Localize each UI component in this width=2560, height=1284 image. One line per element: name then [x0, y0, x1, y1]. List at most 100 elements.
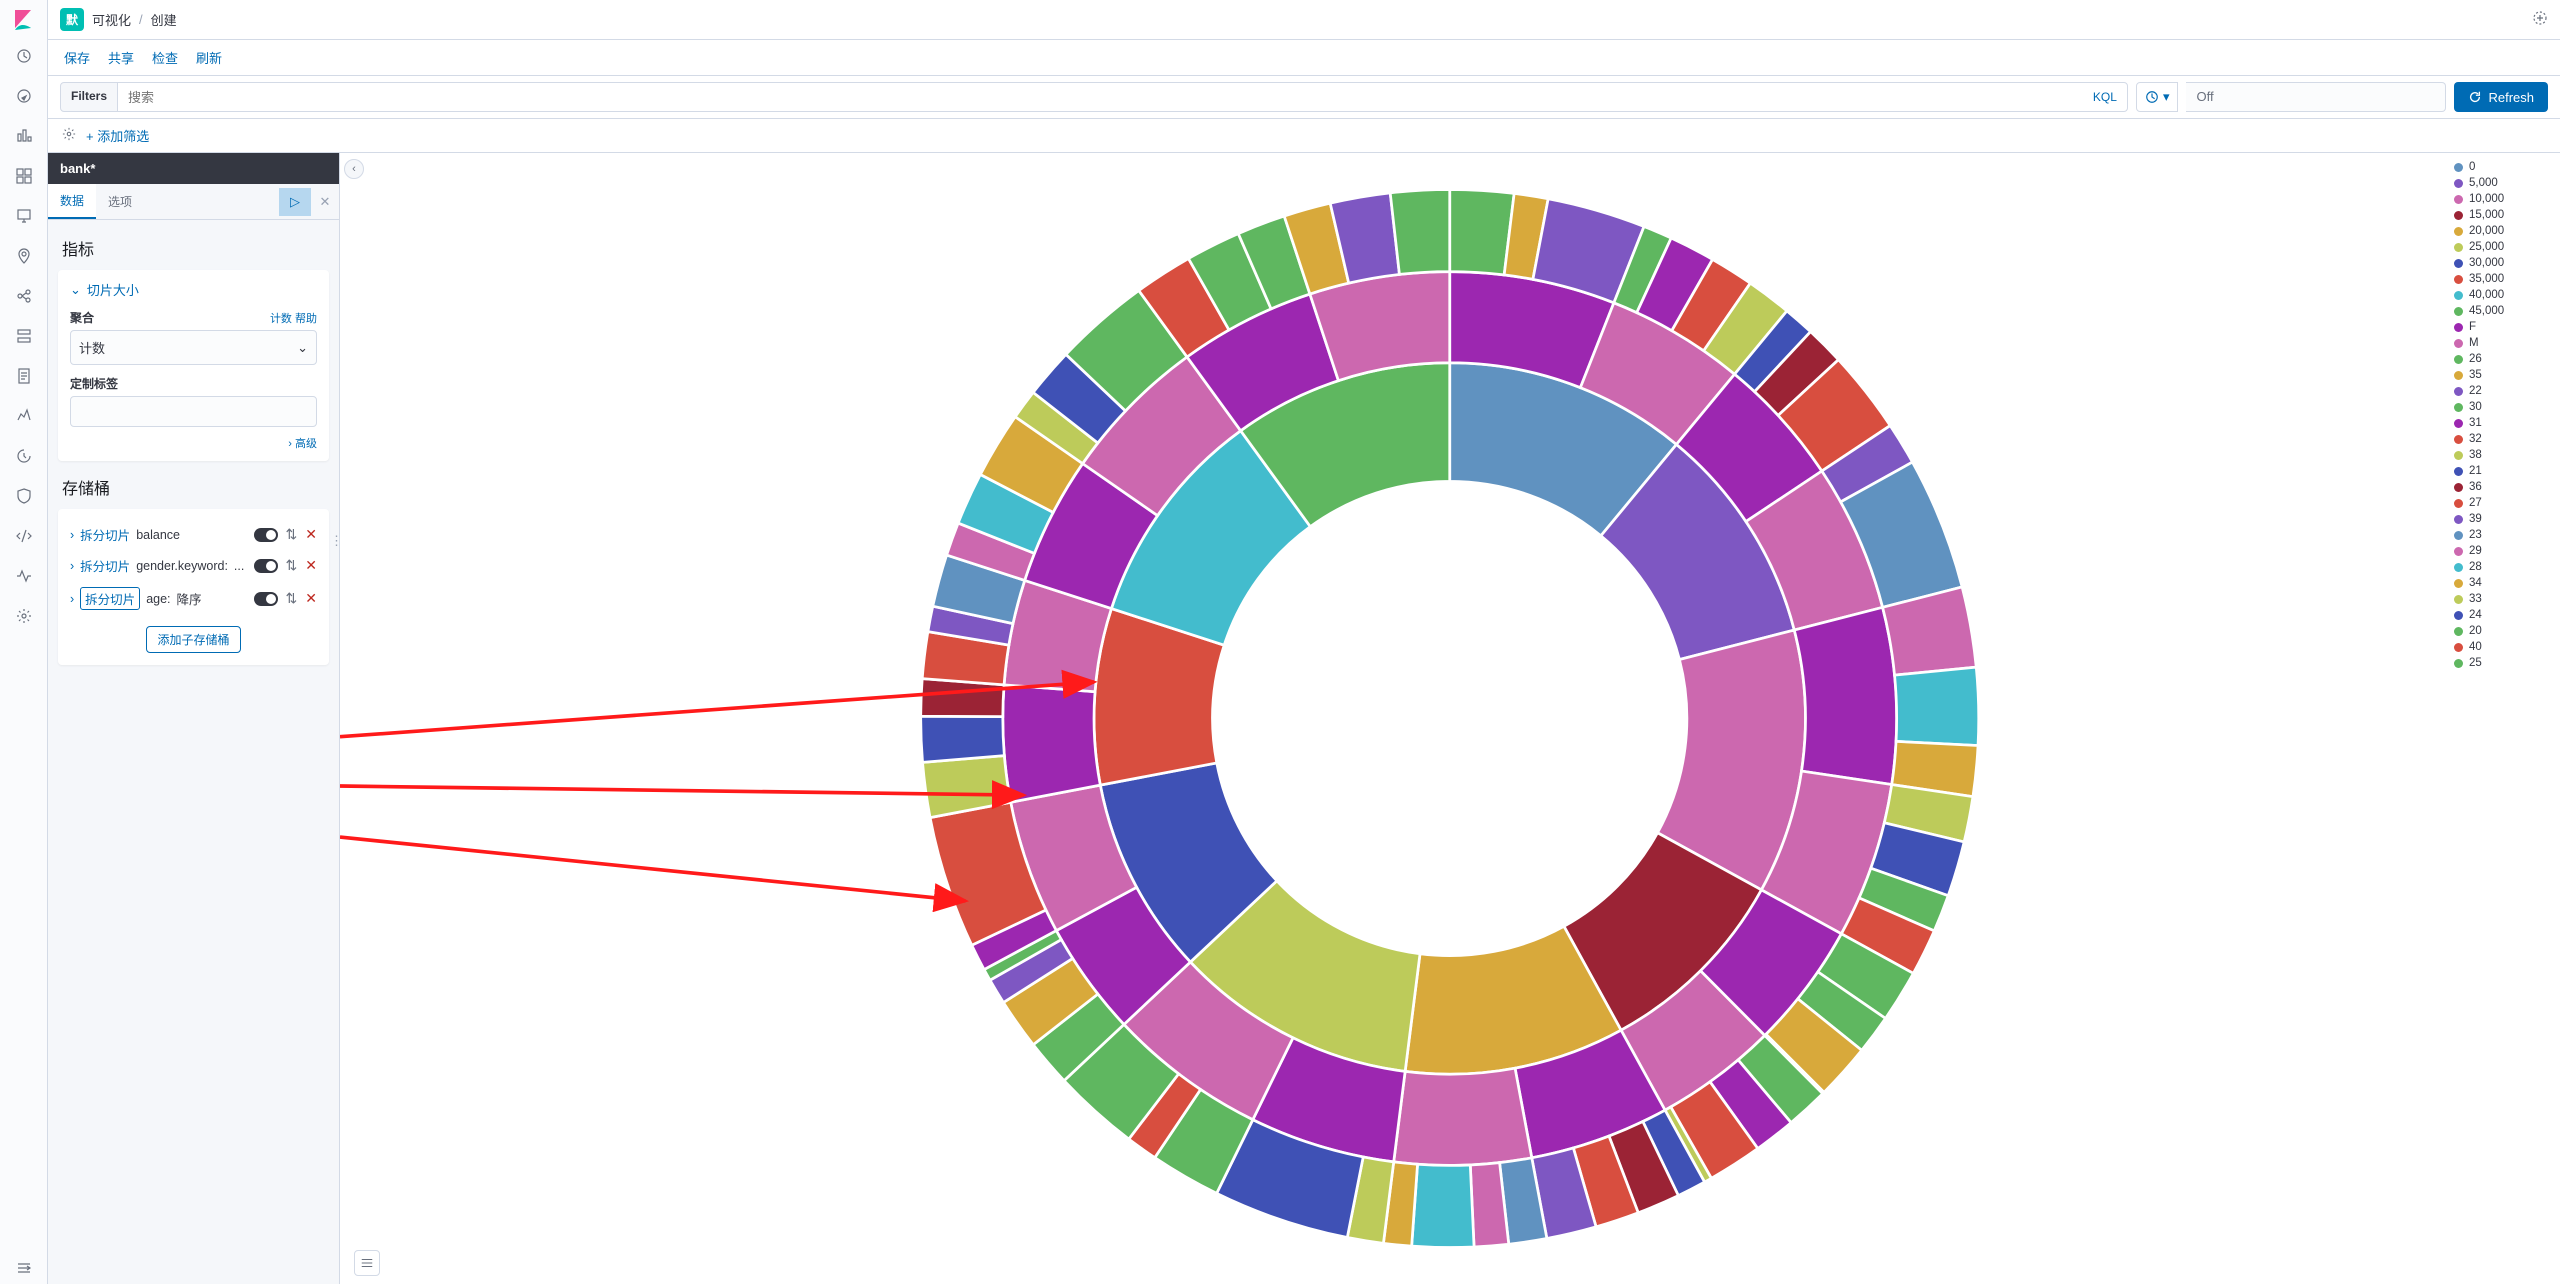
bucket-remove-icon[interactable]: ✕	[305, 590, 317, 607]
chevron-right-icon[interactable]: ›	[70, 592, 74, 606]
legend-item[interactable]: 32	[2454, 433, 2556, 445]
nav-apm-icon[interactable]	[8, 400, 40, 432]
query-bar: Filters KQL ▾ Off Refresh	[48, 76, 2560, 119]
action-refresh[interactable]: 刷新	[196, 48, 222, 67]
nav-discover-icon[interactable]	[8, 80, 40, 112]
bucket-more-icon[interactable]: ⋮	[330, 533, 339, 549]
tab-data[interactable]: 数据	[48, 184, 96, 219]
add-sub-bucket-button[interactable]: 添加子存储桶	[146, 626, 240, 653]
nav-logs-icon[interactable]	[8, 360, 40, 392]
legend-color-swatch	[2454, 483, 2463, 492]
bucket-sort: ...	[234, 559, 244, 573]
chevron-right-icon[interactable]: ›	[70, 528, 74, 542]
legend-item[interactable]: 31	[2454, 417, 2556, 429]
sunburst-chart[interactable]	[340, 153, 2450, 1284]
bucket-type[interactable]: 拆分切片	[80, 525, 130, 544]
bucket-enable-toggle[interactable]	[254, 559, 278, 573]
legend-item[interactable]: 40	[2454, 641, 2556, 653]
kql-toggle[interactable]: KQL	[2083, 90, 2127, 104]
legend-item[interactable]: M	[2454, 337, 2556, 349]
legend-item[interactable]: 30,000	[2454, 257, 2556, 269]
legend-item[interactable]: 24	[2454, 609, 2556, 621]
nav-siem-icon[interactable]	[8, 480, 40, 512]
advanced-toggle[interactable]: › 高级	[288, 435, 317, 451]
bucket-enable-toggle[interactable]	[254, 528, 278, 542]
legend-item[interactable]: 34	[2454, 577, 2556, 589]
legend-item[interactable]: 27	[2454, 497, 2556, 509]
legend-item[interactable]: 22	[2454, 385, 2556, 397]
chevron-right-icon[interactable]: ›	[70, 559, 74, 573]
timepicker-range[interactable]: Off	[2186, 82, 2446, 112]
nav-management-icon[interactable]	[8, 600, 40, 632]
legend-item[interactable]: 36	[2454, 481, 2556, 493]
tab-options[interactable]: 选项	[96, 185, 144, 218]
legend-item[interactable]: 35,000	[2454, 273, 2556, 285]
timepicker-button[interactable]: ▾	[2136, 82, 2179, 112]
legend-item[interactable]: 28	[2454, 561, 2556, 573]
drag-handle-icon[interactable]: ⇅	[286, 526, 298, 543]
kibana-logo[interactable]	[12, 8, 36, 32]
bucket-remove-icon[interactable]: ✕	[305, 557, 317, 574]
legend-color-swatch	[2454, 163, 2463, 172]
drag-handle-icon[interactable]: ⇅	[286, 557, 298, 574]
legend-item[interactable]: 40,000	[2454, 289, 2556, 301]
action-share[interactable]: 共享	[108, 48, 134, 67]
legend-item[interactable]: 25,000	[2454, 241, 2556, 253]
discard-changes-button[interactable]: ✕	[311, 194, 339, 210]
bucket-type[interactable]: 拆分切片	[80, 556, 130, 575]
legend-item[interactable]: 45,000	[2454, 305, 2556, 317]
legend-item[interactable]: F	[2454, 321, 2556, 333]
nav-devtools-icon[interactable]	[8, 520, 40, 552]
viz-table-toggle[interactable]	[354, 1250, 380, 1276]
nav-recent-icon[interactable]	[8, 40, 40, 72]
nav-visualize-icon[interactable]	[8, 120, 40, 152]
aggregation-help-link[interactable]: 计数 帮助	[270, 310, 317, 326]
legend-item[interactable]: 38	[2454, 449, 2556, 461]
legend: 0 5,000 10,000 15,000 20,000 25,000 30,000 35,0…	[2450, 153, 2560, 1284]
legend-item[interactable]: 10,000	[2454, 193, 2556, 205]
legend-item[interactable]: 23	[2454, 529, 2556, 541]
bucket-remove-icon[interactable]: ✕	[305, 526, 317, 543]
legend-item[interactable]: 25	[2454, 657, 2556, 669]
fullscreen-icon[interactable]	[2532, 10, 2548, 29]
add-filter-link[interactable]: + 添加筛选	[86, 126, 149, 145]
nav-collapse-icon[interactable]	[8, 1252, 40, 1284]
nav-ml-icon[interactable]	[8, 280, 40, 312]
legend-item[interactable]: 26	[2454, 353, 2556, 365]
nav-maps-icon[interactable]	[8, 240, 40, 272]
filter-settings-icon[interactable]	[62, 127, 76, 144]
action-inspect[interactable]: 检查	[152, 48, 178, 67]
legend-item[interactable]: 30	[2454, 401, 2556, 413]
aggregation-select[interactable]: 计数 ⌄	[70, 330, 317, 365]
nav-infra-icon[interactable]	[8, 320, 40, 352]
breadcrumb-create: 创建	[151, 10, 177, 29]
legend-color-swatch	[2454, 355, 2463, 364]
legend-item[interactable]: 29	[2454, 545, 2556, 557]
legend-item[interactable]: 5,000	[2454, 177, 2556, 189]
nav-canvas-icon[interactable]	[8, 200, 40, 232]
custom-label-input[interactable]	[70, 396, 317, 427]
bucket-type[interactable]: 拆分切片	[80, 587, 140, 610]
bucket-enable-toggle[interactable]	[254, 592, 278, 606]
apply-changes-button[interactable]: ▷	[279, 188, 311, 216]
metric-accordion-toggle[interactable]: ⌄ 切片大小	[70, 280, 317, 299]
legend-item[interactable]: 20	[2454, 625, 2556, 637]
drag-handle-icon[interactable]: ⇅	[286, 590, 298, 607]
search-input[interactable]	[118, 84, 2083, 111]
refresh-button[interactable]: Refresh	[2454, 82, 2548, 112]
legend-item[interactable]: 15,000	[2454, 209, 2556, 221]
breadcrumb-visualize[interactable]: 可视化	[92, 10, 131, 29]
filters-label[interactable]: Filters	[60, 82, 118, 112]
legend-item[interactable]: 39	[2454, 513, 2556, 525]
nav-uptime-icon[interactable]	[8, 440, 40, 472]
nav-dashboard-icon[interactable]	[8, 160, 40, 192]
legend-item[interactable]: 0	[2454, 161, 2556, 173]
action-save[interactable]: 保存	[64, 48, 90, 67]
legend-item[interactable]: 21	[2454, 465, 2556, 477]
legend-item[interactable]: 33	[2454, 593, 2556, 605]
legend-item[interactable]: 35	[2454, 369, 2556, 381]
nav-monitoring-icon[interactable]	[8, 560, 40, 592]
bucket-field: balance	[136, 528, 180, 542]
legend-item[interactable]: 20,000	[2454, 225, 2556, 237]
legend-color-swatch	[2454, 659, 2463, 668]
